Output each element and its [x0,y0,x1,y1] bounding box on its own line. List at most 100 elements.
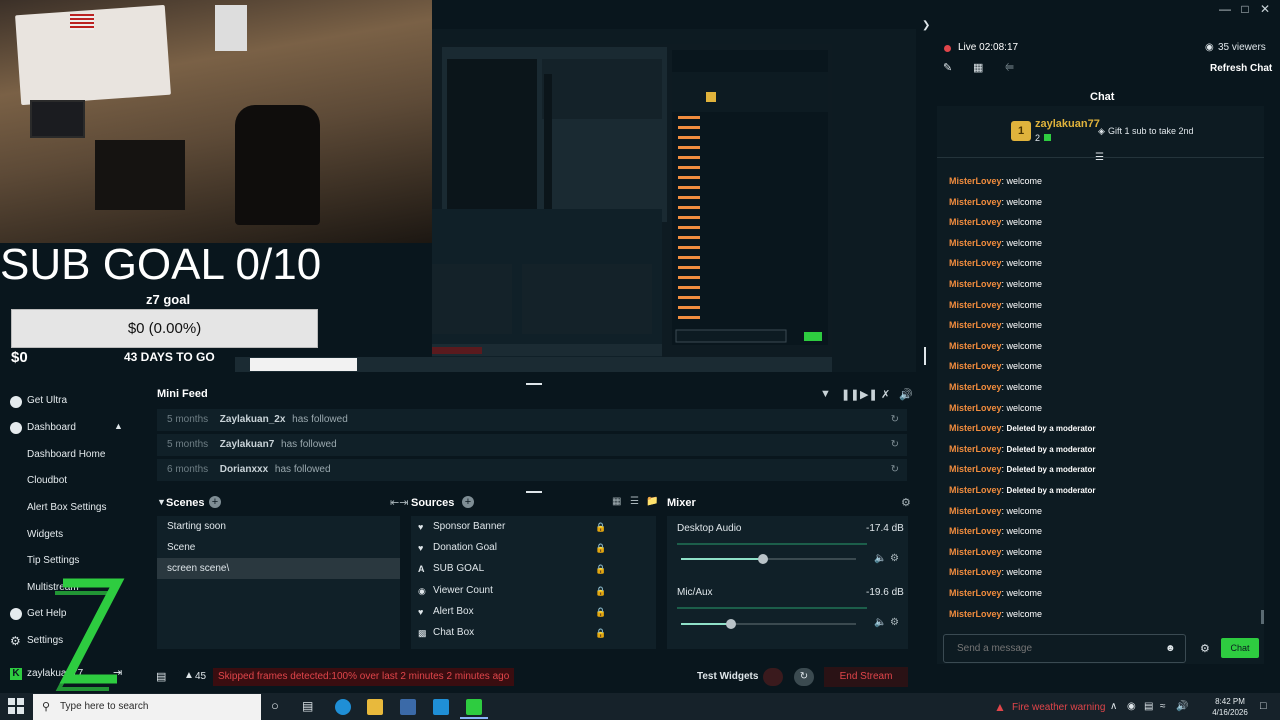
mail-icon[interactable] [433,699,449,715]
scene-item-selected[interactable]: screen scene\ [157,558,400,579]
share-icon[interactable]: ⥢ [1005,61,1014,74]
source-item[interactable]: Alert Box [411,601,656,622]
chat-username[interactable]: MisterLovey [949,588,1002,598]
chat-send-button[interactable]: Chat [1221,638,1259,658]
store-icon[interactable] [400,699,416,715]
stats-chart-icon[interactable]: ▤ [156,670,166,683]
mute-alerts-icon[interactable]: ✗ [881,388,890,401]
add-scene-icon[interactable]: + [209,496,221,508]
sidebar-item-get-ultra[interactable]: Get Ultra [0,390,133,412]
tray-chevron-icon[interactable]: ∧ [1110,701,1117,712]
tray-app-icon[interactable]: ◉ [1127,701,1136,712]
chat-username[interactable]: MisterLovey [949,567,1002,577]
replay-icon[interactable]: ↻ [891,459,899,481]
mixer-settings-icon[interactable]: ⚙ [901,496,911,509]
chat-username[interactable]: MisterLovey [949,279,1002,289]
replay-buffer-icon[interactable]: ↻ [794,668,814,686]
chat-username[interactable]: MisterLovey [949,320,1002,330]
pause-icon[interactable]: ❚❚ [841,388,859,401]
record-button[interactable] [763,668,783,686]
lock-icon[interactable]: 🔒 [595,543,606,554]
emoji-icon[interactable]: ☻ [1165,643,1176,654]
lock-icon[interactable]: 🔒 [595,607,606,618]
chat-username[interactable]: MisterLovey [949,217,1002,227]
skip-icon[interactable]: ▶❚ [860,388,878,401]
volume-tray-icon[interactable]: 🔊 [1176,701,1188,712]
chat-username[interactable]: MisterLovey [949,197,1002,207]
chat-username[interactable]: MisterLovey [949,444,1002,454]
chat-username[interactable]: MisterLovey [949,238,1002,248]
collapse-icon[interactable]: ▼ [157,497,166,507]
taskbar-search[interactable]: Type here to search [33,694,261,720]
volume-icon[interactable]: 🔊 [899,388,913,401]
clock[interactable]: 8:42 PM 4/16/2026 [1206,696,1254,718]
source-item[interactable]: Viewer Count [411,580,656,601]
speaker-icon[interactable]: 🔈 [874,553,886,564]
collapse-chevron-icon[interactable]: ❯ [922,20,930,31]
source-item[interactable]: Sponsor Banner [411,516,656,537]
lock-icon[interactable]: 🔒 [595,522,606,533]
sidebar-item-dashboard-home[interactable]: Dashboard Home [0,444,133,466]
task-view-icon[interactable]: ▤ [302,699,313,713]
chat-username[interactable]: MisterLovey [949,464,1002,474]
chat-username[interactable]: MisterLovey [949,547,1002,557]
scene-item[interactable]: Starting soon [157,516,400,537]
volume-slider-handle[interactable] [757,554,768,564]
chat-username[interactable]: MisterLovey [949,485,1002,495]
network-icon[interactable]: ▤ [1144,701,1153,712]
notifications-icon[interactable]: □ [1260,700,1267,712]
channel-settings-icon[interactable]: ⚙ [890,617,899,628]
stream-info-icon[interactable]: ▦ [973,61,983,74]
panel-resize-handle[interactable] [526,491,542,493]
chevron-up-icon[interactable]: ▲ [114,421,123,431]
sidebar-item-tip-settings[interactable]: Tip Settings [0,550,133,572]
edit-pencil-icon[interactable]: ✎ [943,61,952,74]
volume-slider-handle[interactable] [725,619,736,629]
chat-username[interactable]: MisterLovey [949,382,1002,392]
expand-menu-icon[interactable]: ☰ [1095,152,1104,163]
chat-username[interactable]: MisterLovey [949,176,1002,186]
windows-start-icon[interactable] [8,698,24,714]
scene-item[interactable]: Scene [157,537,400,558]
chat-scrollbar[interactable] [1261,610,1264,624]
refresh-chat-button[interactable]: Refresh Chat [1210,63,1272,74]
add-source-icon[interactable]: + [462,496,474,508]
source-item[interactable]: Chat Box [411,622,656,643]
wifi-icon[interactable]: ≈ [1160,701,1166,712]
filter-icon[interactable]: ▼ [820,388,831,400]
chat-username[interactable]: MisterLovey [949,423,1002,433]
lock-icon[interactable]: 🔒 [595,564,606,575]
chat-username[interactable]: MisterLovey [949,609,1002,619]
chat-resize-handle[interactable] [924,347,926,365]
sidebar-item-cloudbot[interactable]: Cloudbot [0,470,133,492]
lock-icon[interactable]: 🔒 [595,586,606,597]
add-folder-icon[interactable]: 📁 [646,496,658,507]
chat-username[interactable]: MisterLovey [949,258,1002,268]
source-settings-icon[interactable]: ☰ [630,496,639,507]
lock-icon[interactable]: 🔒 [595,628,606,639]
sidebar-item-alert-box-settings[interactable]: Alert Box Settings [0,497,133,519]
source-folder-icon[interactable]: ▦ [612,496,621,507]
chat-message-input[interactable] [943,634,1186,663]
file-explorer-icon[interactable] [367,699,383,715]
streamlabs-icon[interactable] [466,699,482,715]
sidebar-item-widgets[interactable]: Widgets [0,524,133,546]
chat-username[interactable]: MisterLovey [949,403,1002,413]
feed-resize-handle[interactable] [526,383,542,385]
source-item[interactable]: Donation Goal [411,537,656,558]
chat-username[interactable]: MisterLovey [949,526,1002,536]
source-item[interactable]: SUB GOAL [411,558,656,579]
channel-settings-icon[interactable]: ⚙ [890,553,899,564]
chat-settings-icon[interactable]: ⚙ [1200,642,1210,655]
scene-transition-icon[interactable]: ⇤⇥ [390,496,408,509]
cortana-icon[interactable]: ○ [271,698,279,713]
chat-username[interactable]: MisterLovey [949,361,1002,371]
speaker-icon[interactable]: 🔈 [874,617,886,628]
edge-icon[interactable] [335,699,351,715]
weather-warning[interactable]: Fire weather warning [1012,702,1105,713]
chat-username[interactable]: MisterLovey [949,341,1002,351]
end-stream-button[interactable]: End Stream [824,667,908,687]
chat-username[interactable]: MisterLovey [949,300,1002,310]
chat-username[interactable]: MisterLovey [949,506,1002,516]
close-icon[interactable]: ✕ [1245,0,1280,18]
